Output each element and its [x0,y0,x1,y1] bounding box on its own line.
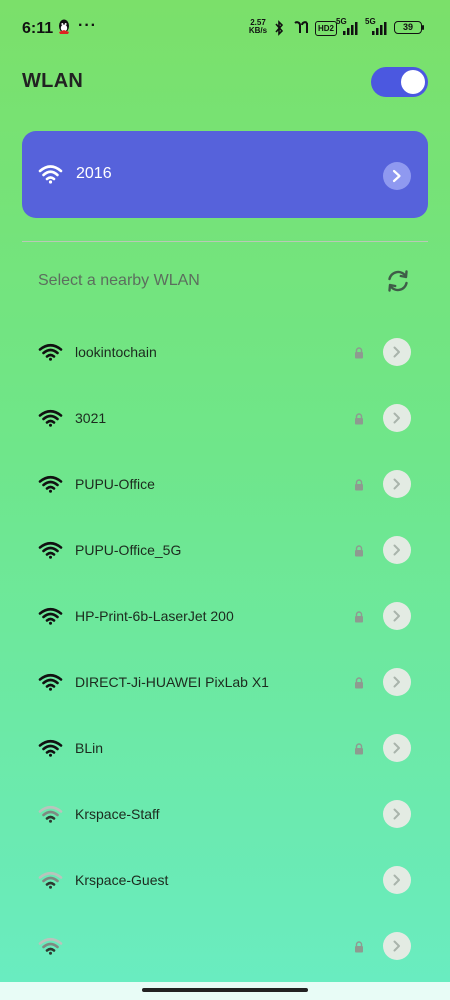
wlan-toggle[interactable] [371,67,428,97]
divider [22,241,428,242]
connected-network-name: 2016 [76,165,112,182]
network-name: PUPU-Office [75,476,155,492]
network-name: BLin [75,740,104,756]
hd-voice-badge: HD2 [315,21,338,36]
page-title: WLAN [22,70,84,92]
connected-network-card[interactable]: 2016 [22,131,428,218]
network-details-button[interactable] [383,404,411,432]
lock-icon [355,413,363,425]
earbuds-icon [294,21,308,33]
chevron-right-icon [393,478,400,490]
lock-icon [355,677,363,689]
network-details-button[interactable] [383,602,411,630]
network-row[interactable]: DIRECT-Ji-HUAWEI PixLab X1 [0,649,450,715]
chevron-right-icon [393,808,400,820]
network-details-button[interactable] [383,536,411,564]
lock-icon [355,941,363,953]
network-row[interactable]: 3021 [0,385,450,451]
toggle-knob [401,70,425,94]
network-details-button[interactable] [383,800,411,828]
chevron-right-icon [393,874,400,886]
network-row[interactable]: Krspace-Guest [0,847,450,913]
wifi-signal-icon [38,805,63,823]
bluetooth-icon [275,20,284,36]
lock-icon [355,347,363,359]
network-row[interactable]: Krspace-Staff [0,781,450,847]
wifi-signal-icon [38,475,63,493]
section-label: Select a nearby WLAN [38,272,200,289]
network-details-button[interactable] [383,734,411,762]
status-time: 6:11 [22,20,54,37]
chevron-right-icon [393,412,400,424]
network-row[interactable]: PUPU-Office_5G [0,517,450,583]
network-details-button[interactable] [383,932,411,960]
chevron-right-icon [393,940,400,952]
status-bar: 6:11 ··· 2.57 KB/s HD2 5G 5G 39 [0,0,450,58]
wifi-signal-icon [38,541,63,559]
chevron-right-icon [393,544,400,556]
network-details-button[interactable] [383,338,411,366]
chevron-right-icon [393,742,400,754]
network-name: 3021 [75,410,107,426]
network-name: Krspace-Guest [75,872,169,888]
lock-icon [355,479,363,491]
lock-icon [355,545,363,557]
network-details-button[interactable] [383,866,411,894]
battery-tip [422,25,424,30]
connected-network-details-button[interactable] [383,162,411,190]
signal-bars-icon [343,22,358,35]
wifi-signal-icon [38,937,63,955]
network-speed: 2.57 KB/s [247,19,269,35]
network-row[interactable] [0,913,450,979]
battery-level: 39 [402,22,413,32]
home-indicator[interactable] [142,988,308,992]
refresh-icon[interactable] [385,268,411,294]
chevron-right-icon [392,169,401,183]
network-row[interactable]: lookintochain [0,319,450,385]
lock-icon [355,611,363,623]
wifi-signal-icon [38,343,63,361]
wifi-icon [38,165,63,184]
chevron-right-icon [393,610,400,622]
network-name: PUPU-Office_5G [75,542,182,558]
network-speed-unit: KB/s [248,26,268,35]
wifi-signal-icon [38,409,63,427]
network-name: Krspace-Staff [75,806,160,822]
network-details-button[interactable] [383,470,411,498]
qq-icon [59,19,69,34]
network-name: HP-Print-6b-LaserJet 200 [75,608,234,624]
network-row[interactable]: PUPU-Office [0,451,450,517]
network-row[interactable]: BLin [0,715,450,781]
wifi-signal-icon [38,673,63,691]
lock-icon [355,743,363,755]
network-name: DIRECT-Ji-HUAWEI PixLab X1 [75,674,269,690]
signal-bars-icon [372,22,387,35]
network-row[interactable]: HP-Print-6b-LaserJet 200 [0,583,450,649]
network-name: lookintochain [75,344,157,360]
more-notifications-icon: ··· [78,17,97,34]
wifi-signal-icon [38,871,63,889]
wifi-signal-icon [38,607,63,625]
battery-icon: 39 [394,21,422,34]
chevron-right-icon [393,346,400,358]
chevron-right-icon [393,676,400,688]
network-details-button[interactable] [383,668,411,696]
wifi-signal-icon [38,739,63,757]
